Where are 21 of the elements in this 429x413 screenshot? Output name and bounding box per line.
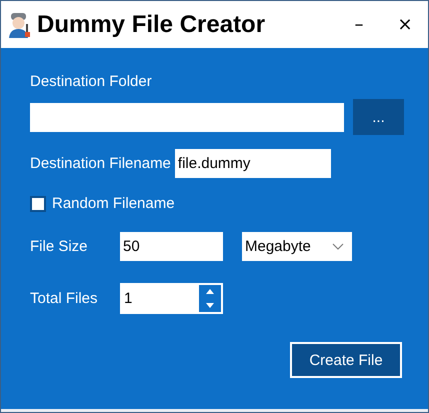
- create-file-button[interactable]: Create File: [290, 342, 402, 378]
- minimize-button[interactable]: –: [336, 4, 382, 44]
- close-button[interactable]: ×: [382, 4, 428, 44]
- stepper-buttons[interactable]: [197, 283, 223, 314]
- checkbox[interactable]: [30, 196, 46, 212]
- unit-dropdown[interactable]: Megabyte: [242, 232, 352, 261]
- field-label: File Size: [30, 238, 89, 255]
- chevron-icon: [332, 243, 344, 250]
- up-arrow-icon: [206, 289, 214, 294]
- field-label: Total Files: [30, 290, 99, 307]
- folder-input[interactable]: [30, 102, 344, 132]
- down-arrow-icon: [206, 302, 214, 308]
- browse-button[interactable]: ...: [353, 99, 404, 135]
- field-label: Destination Folder: [30, 73, 153, 90]
- window-title: Dummy File Creator: [37, 10, 266, 38]
- worker-icon: [7, 12, 31, 38]
- size-input[interactable]: 50: [120, 232, 223, 261]
- filename-input[interactable]: file.dummy: [174, 149, 331, 178]
- number-input[interactable]: 1: [120, 283, 197, 314]
- checkbox-label: Random Filename: [52, 195, 175, 212]
- field-label: Destination Filename: [30, 155, 171, 172]
